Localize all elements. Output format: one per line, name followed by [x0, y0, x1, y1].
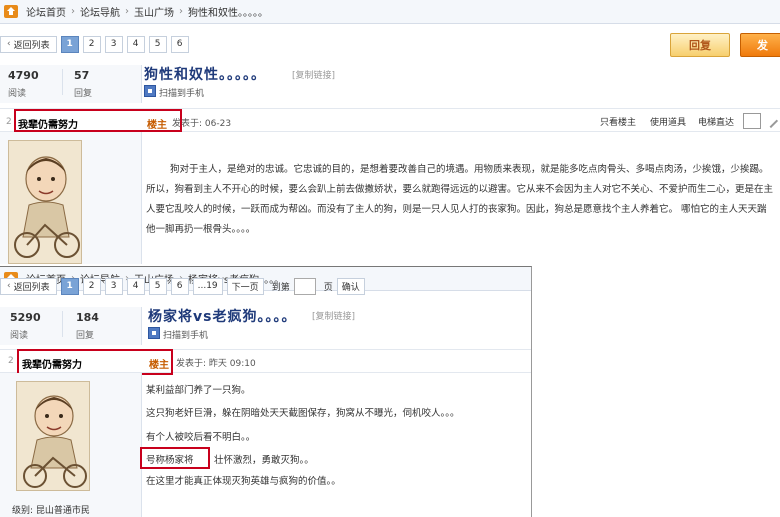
page-2-button[interactable]: 2: [82, 277, 101, 295]
breadcrumb-forum-home[interactable]: 论坛首页: [26, 4, 66, 19]
page-3-button[interactable]: 3: [104, 35, 123, 53]
floor-jump-link[interactable]: 电梯直达: [698, 115, 734, 128]
only-op-link[interactable]: 只看楼主: [600, 115, 636, 128]
screenshot-panel-2: 论坛首页 › 论坛导航 › 玉山广场 › 杨家将vs老疯狗。。。。 返回列表 1…: [0, 266, 532, 517]
views-label: 阅读: [10, 331, 29, 341]
next-page-button[interactable]: 下一页: [226, 277, 264, 295]
page-6-button[interactable]: 6: [170, 35, 189, 53]
pagination-row: 返回列表 1 2 3 4 5 6 ...19 下一页 到第 页 确认: [0, 275, 369, 297]
author-avatar[interactable]: [16, 381, 90, 491]
annotation-highlight-box: [140, 447, 210, 469]
thread-title: 狗性和奴性。。。。。: [144, 67, 266, 83]
floor-jump-input[interactable]: [743, 113, 761, 129]
confirm-button[interactable]: 确认: [336, 277, 365, 295]
annotation-highlight-box: [14, 109, 182, 132]
back-to-list-button[interactable]: 返回列表: [0, 277, 57, 295]
page-5-button[interactable]: 5: [148, 35, 167, 53]
home-icon[interactable]: [4, 5, 18, 18]
new-post-button[interactable]: 发: [740, 33, 780, 57]
screenshot-panel-1: 论坛首页 › 论坛导航 › 玉山广场 › 狗性和奴性。。。。。 返回列表 1 2…: [0, 0, 780, 264]
page-label: 页: [323, 282, 333, 293]
breadcrumb-thread: 狗性和奴性。。。。。: [188, 8, 268, 19]
breadcrumb-forum-nav[interactable]: 论坛导航: [80, 4, 120, 19]
scan-to-phone-link[interactable]: 扫描到手机: [159, 86, 204, 99]
thread-title: 杨家将vs老疯狗。。。。: [148, 309, 297, 325]
goto-label: 到第: [271, 282, 290, 293]
annotation-highlight-box: [17, 349, 173, 375]
page-2-button[interactable]: 2: [82, 35, 101, 53]
author-sidebar: 级别: 昆山普通市民: [0, 373, 142, 517]
chevron-right-icon: ›: [179, 6, 183, 17]
post-content: 狗对于主人，是绝对的忠诚。它忠诚的目的，是想着要改善自己的境遇。用物质来表现，就…: [146, 164, 774, 235]
replies-count: 57: [74, 69, 90, 82]
breadcrumb: 论坛首页 › 论坛导航 › 玉山广场 › 狗性和奴性。。。。。: [0, 0, 780, 24]
post-line: 在这里才能真正体现灭狗英雄与疯狗的价值。。: [146, 476, 341, 487]
post-line: 壮怀激烈，勇敢灭狗。。: [214, 455, 314, 466]
avatar-illustration: [17, 382, 89, 490]
page-last-button[interactable]: ...19: [192, 277, 223, 295]
author-level: 级别: 昆山普通市民: [12, 506, 90, 516]
replies-label: 回复: [76, 331, 95, 341]
qr-code-icon[interactable]: [148, 327, 160, 339]
qr-code-icon[interactable]: [144, 85, 156, 97]
post-line: 这只狗老奸巨滑，躲在阴暗处天天截图保存，狗窝从不曝光，伺机咬人。。。: [146, 408, 460, 419]
replies-label: 回复: [74, 89, 93, 99]
author-sidebar: [0, 132, 142, 264]
thread-stats: 5290 阅读 184 回复: [0, 307, 142, 345]
copy-link[interactable]: [复制链接]: [292, 68, 335, 81]
use-item-link[interactable]: 使用道具: [650, 115, 686, 128]
post-time: 发表于: 昨天 09:10: [176, 359, 256, 369]
breadcrumb-board[interactable]: 玉山广场: [134, 4, 174, 19]
replies-count: 184: [76, 311, 99, 324]
page-4-button[interactable]: 4: [126, 35, 145, 53]
avatar-illustration: [9, 141, 81, 263]
scan-to-phone-link[interactable]: 扫描到手机: [163, 328, 208, 341]
thread-stats: 4790 阅读 57 回复: [0, 65, 142, 103]
post-line: 有个人被咬后看不明白。。: [146, 432, 256, 443]
views-count: 5290: [10, 311, 41, 324]
post-line: 某利益部门养了一只狗。: [146, 385, 251, 396]
page-4-button[interactable]: 4: [126, 277, 145, 295]
author-avatar[interactable]: [8, 140, 82, 264]
page-1-button[interactable]: 1: [60, 35, 79, 53]
post-floor-number: 2: [8, 356, 14, 366]
pagination: 返回列表 1 2 3 4 5 6: [0, 33, 193, 55]
chevron-right-icon: ›: [125, 6, 129, 17]
copy-link[interactable]: [复制链接]: [312, 309, 355, 322]
views-label: 阅读: [8, 89, 27, 99]
views-count: 4790: [8, 69, 39, 82]
page-5-button[interactable]: 5: [148, 277, 167, 295]
reply-button[interactable]: 回复: [670, 33, 730, 57]
chevron-right-icon: ›: [71, 6, 75, 17]
page-3-button[interactable]: 3: [104, 277, 123, 295]
post-floor-number: 2: [6, 117, 12, 127]
page-1-button[interactable]: 1: [60, 277, 79, 295]
back-to-list-button[interactable]: 返回列表: [0, 35, 57, 53]
page-6-button[interactable]: 6: [170, 277, 189, 295]
post-time: 发表于: 06-23: [172, 119, 232, 129]
page-number-input[interactable]: [293, 277, 316, 295]
